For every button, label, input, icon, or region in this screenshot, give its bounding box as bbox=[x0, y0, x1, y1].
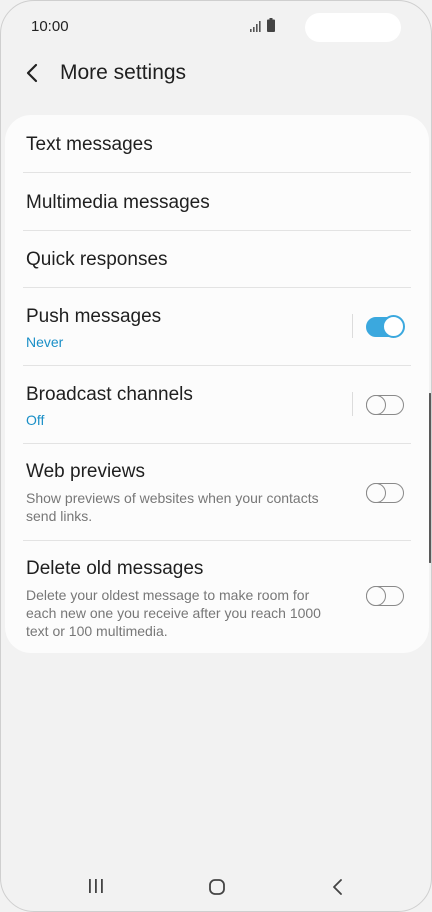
recent-apps-icon[interactable] bbox=[87, 877, 105, 895]
vertical-separator bbox=[352, 392, 353, 416]
back-arrow-icon[interactable] bbox=[21, 59, 45, 87]
battery-icon bbox=[267, 18, 275, 32]
status-time: 10:00 bbox=[31, 18, 69, 35]
web-previews-row[interactable]: Web previews Show previews of websites w… bbox=[5, 444, 429, 541]
delete-old-messages-toggle[interactable] bbox=[365, 585, 404, 606]
broadcast-channels-row[interactable]: Broadcast channels Off bbox=[5, 366, 429, 444]
settings-card: Text messages Multimedia messages Quick … bbox=[5, 115, 429, 653]
phone-screen: 10:00 More settings Text messages Multim… bbox=[0, 0, 432, 912]
header: More settings bbox=[1, 51, 431, 97]
quick-responses-row[interactable]: Quick responses bbox=[5, 231, 429, 288]
row-title: Text messages bbox=[26, 134, 153, 155]
multimedia-messages-row[interactable]: Multimedia messages bbox=[5, 173, 429, 231]
row-title: Push messages bbox=[26, 306, 162, 327]
push-messages-toggle[interactable] bbox=[366, 315, 405, 338]
home-icon[interactable] bbox=[206, 877, 228, 897]
delete-old-messages-row[interactable]: Delete old messages Delete your oldest m… bbox=[5, 541, 429, 653]
back-icon[interactable] bbox=[329, 877, 347, 897]
page-title: More settings bbox=[60, 61, 187, 84]
row-title: Web previews bbox=[26, 461, 145, 482]
text-messages-row[interactable]: Text messages bbox=[5, 115, 429, 173]
row-title: Delete old messages bbox=[26, 558, 204, 579]
row-title: Broadcast channels bbox=[26, 384, 193, 405]
row-title: Multimedia messages bbox=[26, 192, 210, 213]
signal-icon bbox=[250, 21, 261, 32]
push-messages-row[interactable]: Push messages Never bbox=[5, 288, 429, 366]
row-subtitle: Never bbox=[26, 334, 64, 350]
camera-cutout bbox=[305, 13, 401, 42]
navigation-bar bbox=[1, 863, 431, 911]
status-bar: 10:00 bbox=[1, 1, 431, 51]
row-title: Quick responses bbox=[26, 249, 168, 270]
broadcast-channels-toggle[interactable] bbox=[365, 394, 404, 415]
row-subtitle: Off bbox=[26, 412, 45, 428]
row-description: Delete your oldest message to make room … bbox=[26, 587, 321, 639]
vertical-separator bbox=[352, 314, 353, 338]
web-previews-toggle[interactable] bbox=[365, 482, 404, 503]
row-description: Show previews of websites when your cont… bbox=[26, 490, 319, 524]
